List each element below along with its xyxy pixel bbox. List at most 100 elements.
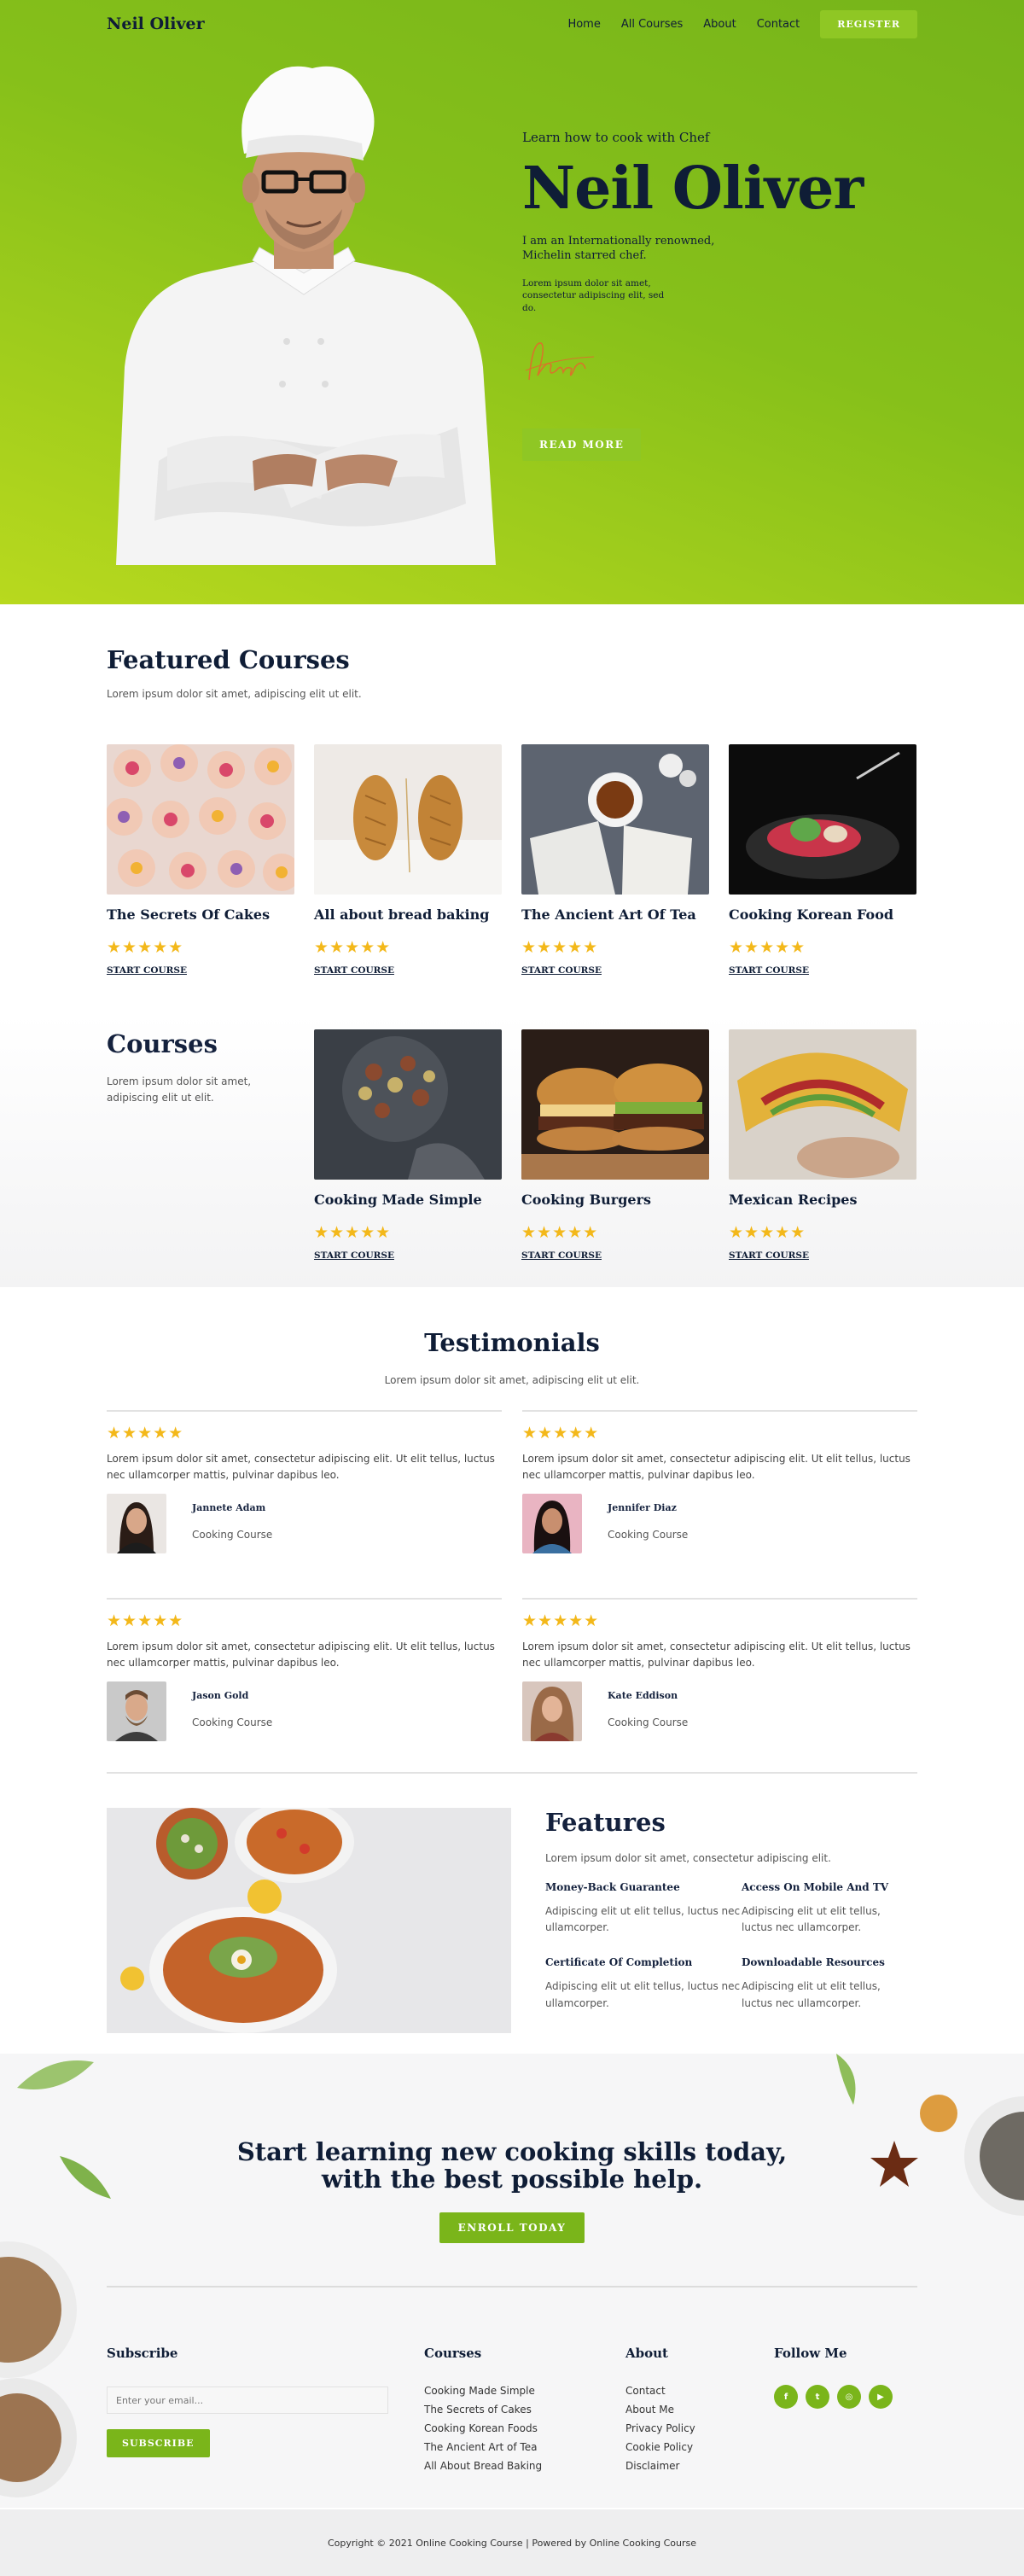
nav-contact[interactable]: Contact bbox=[757, 18, 800, 31]
course-card[interactable]: The Secrets Of Cakes ★★★★★ START COURSE bbox=[105, 744, 300, 976]
course-title[interactable]: Cooking Korean Food bbox=[729, 906, 916, 923]
twitter-icon[interactable]: t bbox=[806, 2385, 829, 2409]
course-card[interactable]: All about bread baking ★★★★★ START COURS… bbox=[314, 744, 502, 976]
testimonial-card: ★★★★★ Lorem ipsum dolor sit amet, consec… bbox=[522, 1598, 917, 1765]
course-card[interactable]: Mexican Recipes ★★★★★ START COURSE bbox=[729, 1029, 916, 1262]
facebook-icon[interactable]: f bbox=[774, 2385, 798, 2409]
start-course-link[interactable]: START COURSE bbox=[729, 1250, 809, 1261]
testimonial-text: Lorem ipsum dolor sit amet, consectetur … bbox=[107, 1641, 495, 1670]
footer-courses-title: Courses bbox=[424, 2346, 482, 2361]
tea-image[interactable] bbox=[521, 744, 709, 895]
email-input[interactable] bbox=[107, 2387, 388, 2414]
register-button[interactable]: REGISTER bbox=[820, 9, 917, 38]
course-card[interactable]: The Ancient Art Of Tea ★★★★★ START COURS… bbox=[521, 744, 709, 976]
testimonials-grid: ★★★★★ Lorem ipsum dolor sit amet, consec… bbox=[107, 1410, 917, 1765]
rating-stars: ★★★★★ bbox=[107, 1424, 184, 1442]
footer-link[interactable]: Privacy Policy bbox=[625, 2422, 695, 2434]
cta-section: Start learning new cooking skills today,… bbox=[0, 2054, 1024, 2508]
start-course-link[interactable]: START COURSE bbox=[729, 965, 809, 976]
start-course-link[interactable]: START COURSE bbox=[107, 965, 187, 976]
footer-link[interactable]: The Ancient Art of Tea bbox=[424, 2441, 537, 2453]
feature-text: Adipiscing elit ut elit tellus, luctus n… bbox=[545, 1905, 741, 1934]
rating-stars: ★★★★★ bbox=[314, 938, 392, 957]
section-divider bbox=[107, 1772, 917, 1774]
korean-food-image[interactable] bbox=[729, 744, 916, 895]
follow-column: Follow Me f t ◎ ▶ bbox=[774, 2346, 893, 2479]
footer-link[interactable]: About Me bbox=[625, 2404, 674, 2416]
course-card[interactable]: Cooking Korean Food ★★★★★ START COURSE bbox=[729, 744, 916, 976]
features-section: Features Lorem ipsum dolor sit amet, con… bbox=[107, 1808, 917, 2033]
subscribe-button[interactable]: SUBSCRIBE bbox=[107, 2429, 210, 2457]
feature-item: Money-Back Guarantee Adipiscing elit ut e… bbox=[545, 1881, 742, 1936]
rating-stars: ★★★★★ bbox=[314, 1223, 392, 1242]
hero-small-text: Lorem ipsum dolor sit amet, consectetur … bbox=[522, 278, 665, 313]
cta-heading-line1: Start learning new cooking skills today, bbox=[236, 2137, 788, 2166]
follow-title: Follow Me bbox=[774, 2346, 847, 2361]
hero-subtitle: Learn how to cook with Chef bbox=[522, 130, 710, 145]
footer-link[interactable]: Cookie Policy bbox=[625, 2441, 693, 2453]
footer: Subscribe SUBSCRIBE Courses Cooking Made… bbox=[107, 2346, 917, 2479]
testimonial-card: ★★★★★ Lorem ipsum dolor sit amet, consec… bbox=[522, 1410, 917, 1577]
copyright-bar: Copyright © 2021 Online Cooking Course |… bbox=[0, 2509, 1024, 2576]
featured-subtitle: Lorem ipsum dolor sit amet, adipiscing e… bbox=[107, 688, 362, 700]
footer-link[interactable]: The Secrets of Cakes bbox=[424, 2404, 532, 2416]
featured-title: Featured Courses bbox=[107, 645, 350, 674]
featured-section: Featured Courses Lorem ipsum dolor sit a… bbox=[0, 604, 1024, 1287]
feature-title: Access On Mobile And TV bbox=[742, 1881, 889, 1893]
footer-link[interactable]: Cooking Made Simple bbox=[424, 2385, 535, 2397]
footer-link[interactable]: Disclaimer bbox=[625, 2460, 679, 2472]
person-role: Cooking Course bbox=[192, 1716, 273, 1729]
simple-cooking-image[interactable] bbox=[314, 1029, 502, 1180]
subscribe-column: Subscribe SUBSCRIBE bbox=[107, 2346, 424, 2479]
person-name: Jannete Adam bbox=[192, 1502, 266, 1514]
course-title[interactable]: Cooking Made Simple bbox=[314, 1192, 502, 1208]
start-course-link[interactable]: START COURSE bbox=[314, 965, 394, 976]
avatar bbox=[107, 1494, 166, 1554]
avatar bbox=[522, 1681, 582, 1742]
feature-title: Downloadable Resources bbox=[742, 1956, 885, 1969]
person-name: Kate Eddison bbox=[608, 1690, 678, 1702]
rating-stars: ★★★★★ bbox=[729, 1223, 806, 1242]
nav-about[interactable]: About bbox=[703, 18, 736, 31]
course-title[interactable]: All about bread baking bbox=[314, 906, 502, 923]
avatar bbox=[107, 1681, 166, 1742]
featured-cards: The Secrets Of Cakes ★★★★★ START COURSE … bbox=[105, 744, 917, 976]
nav-all-courses[interactable]: All Courses bbox=[621, 18, 683, 31]
youtube-icon[interactable]: ▶ bbox=[869, 2385, 893, 2409]
bread-image[interactable] bbox=[314, 744, 502, 895]
burgers-image[interactable] bbox=[521, 1029, 709, 1180]
footer-link[interactable]: Contact bbox=[625, 2385, 666, 2397]
course-title[interactable]: The Ancient Art Of Tea bbox=[521, 906, 709, 923]
avatar bbox=[522, 1494, 582, 1554]
feature-item: Downloadable Resources Adipiscing elit ut… bbox=[742, 1956, 912, 2011]
course-title[interactable]: Mexican Recipes bbox=[729, 1192, 916, 1208]
course-card[interactable]: Cooking Burgers ★★★★★ START COURSE bbox=[521, 1029, 709, 1262]
start-course-link[interactable]: START COURSE bbox=[314, 1250, 394, 1261]
chef-portrait bbox=[116, 66, 496, 565]
features-grid: Money-Back Guarantee Adipiscing elit ut e… bbox=[545, 1881, 917, 2012]
course-card[interactable]: Cooking Made Simple ★★★★★ START COURSE bbox=[314, 1029, 502, 1262]
courses-row: Courses Lorem ipsum dolor sit amet, adip… bbox=[107, 1029, 917, 1262]
course-title[interactable]: The Secrets Of Cakes bbox=[107, 906, 294, 923]
food-image bbox=[107, 1808, 511, 2033]
hero-title: Neil Oliver bbox=[522, 154, 864, 223]
person-name: Jason Gold bbox=[192, 1690, 249, 1702]
rating-stars: ★★★★★ bbox=[729, 938, 806, 957]
footer-link[interactable]: All About Bread Baking bbox=[424, 2460, 542, 2472]
features-subtitle: Lorem ipsum dolor sit amet, consectetur … bbox=[545, 1852, 831, 1864]
read-more-button[interactable]: READ MORE bbox=[522, 428, 642, 461]
nav-home[interactable]: Home bbox=[567, 18, 600, 31]
enroll-button[interactable]: ENROLL TODAY bbox=[439, 2212, 585, 2243]
testimonial-card: ★★★★★ Lorem ipsum dolor sit amet, consec… bbox=[107, 1598, 502, 1765]
instagram-icon[interactable]: ◎ bbox=[837, 2385, 861, 2409]
cakes-image[interactable] bbox=[105, 744, 300, 895]
courses-intro: Courses Lorem ipsum dolor sit amet, adip… bbox=[107, 1029, 294, 1262]
course-title[interactable]: Cooking Burgers bbox=[521, 1192, 709, 1208]
footer-link[interactable]: Cooking Korean Foods bbox=[424, 2422, 538, 2434]
mexican-image[interactable] bbox=[729, 1029, 916, 1180]
start-course-link[interactable]: START COURSE bbox=[521, 1250, 602, 1261]
courses-subtitle: Lorem ipsum dolor sit amet, adipiscing e… bbox=[107, 1075, 252, 1104]
start-course-link[interactable]: START COURSE bbox=[521, 965, 602, 976]
feature-text: Adipiscing elit ut elit tellus, luctus n… bbox=[742, 1980, 881, 2009]
site-logo[interactable]: Neil Oliver bbox=[107, 15, 205, 33]
